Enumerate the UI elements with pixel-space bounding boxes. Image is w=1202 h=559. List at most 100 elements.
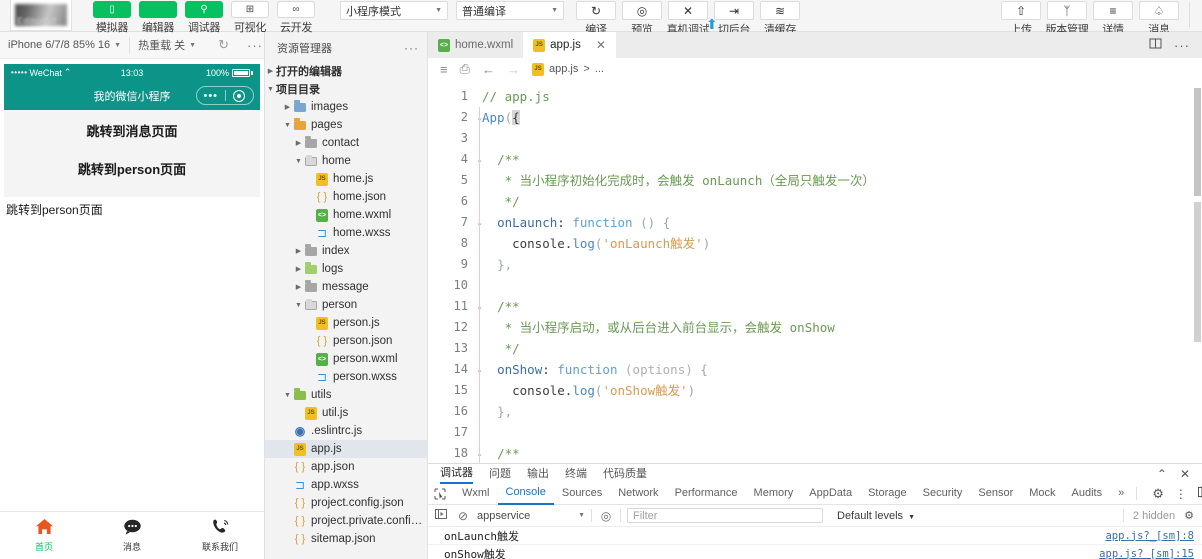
tree-file[interactable]: ·JS person.js <box>265 314 427 332</box>
tree-file[interactable]: ·{ } project.config.json <box>265 494 427 512</box>
twisty-icon[interactable]: ▶ <box>293 139 304 147</box>
twisty-icon[interactable]: ▶ <box>293 283 304 291</box>
chevron-double-right-icon[interactable]: » <box>1110 483 1132 504</box>
tree-file[interactable]: ·◉ .eslintrc.js <box>265 422 427 440</box>
devtools-tab-5[interactable]: Performance <box>667 483 746 504</box>
tree-folder[interactable]: ▶ message <box>265 278 427 296</box>
scrollbar-thumb-2[interactable] <box>1194 202 1201 342</box>
debugger-tab-1[interactable]: 调试器 <box>440 464 473 484</box>
eye-icon[interactable]: ◎ <box>598 509 614 523</box>
devtools-tab-10[interactable]: Sensor <box>970 483 1021 504</box>
gear-icon[interactable]: ⚙ <box>1184 509 1194 522</box>
more-dots-icon[interactable]: ··· <box>1174 38 1190 53</box>
devtools-tab-2[interactable]: Console <box>497 482 554 505</box>
tree-file[interactable]: ·⊐ app.wxss <box>265 476 427 494</box>
console-source-link[interactable]: app.js?_[sm]:8 <box>1105 530 1194 542</box>
tabbar-item-3[interactable]: 联系我们 <box>176 518 264 553</box>
devtools-tab-7[interactable]: AppData <box>801 483 860 504</box>
wechat-capsule[interactable]: ••• <box>196 86 254 105</box>
tree-file[interactable]: ·JS util.js <box>265 404 427 422</box>
twisty-icon[interactable]: ▼ <box>282 392 293 399</box>
code-editor[interactable]: 1 2⌄ 3 4⌄ 5 6 7⌄ 8 9 10 11⌄ 12 13 14⌄ 15 16 17 18⌄ // app… <box>428 80 1202 463</box>
mode-select[interactable]: 小程序模式 ▼ <box>340 1 448 20</box>
tree-file[interactable]: ·{ } project.private.config.js... <box>265 512 427 530</box>
explorer-section-2[interactable]: ▼ 项目目录 <box>265 80 427 98</box>
tree-folder[interactable]: ▶ index <box>265 242 427 260</box>
close-icon[interactable]: ✕ <box>1180 467 1190 481</box>
devtools-tab-1[interactable]: Wxml <box>454 483 498 504</box>
tree-file[interactable]: ·JS home.js <box>265 170 427 188</box>
tree-folder[interactable]: ▶ contact <box>265 134 427 152</box>
outline-icon[interactable]: ≡ <box>440 62 448 77</box>
bookmark-icon[interactable]: ⎙ <box>460 61 470 77</box>
toolbar-panel-1[interactable]: ▯ 模拟器 <box>90 0 134 35</box>
tree-folder[interactable]: ▼ pages <box>265 116 427 134</box>
tree-file[interactable]: ·{ } person.json <box>265 332 427 350</box>
project-logo[interactable]: EditorGif <box>10 0 72 31</box>
tabbar-item-2[interactable]: 消息 <box>88 519 176 553</box>
device-select[interactable]: iPhone 6/7/8 85% 16 ▼ <box>0 32 129 58</box>
twisty-icon[interactable]: ▼ <box>293 302 304 309</box>
back-arrow-icon[interactable]: ← <box>482 62 495 77</box>
toolbar-panel-5[interactable]: ∞ 云开发 <box>274 0 318 35</box>
tree-file[interactable]: ·{ } app.json <box>265 458 427 476</box>
inspect-cursor-icon[interactable] <box>434 488 446 500</box>
tree-folder[interactable]: ▼ home <box>265 152 427 170</box>
hot-reload-select[interactable]: 热重载 关 ▼ <box>130 32 204 58</box>
console-context-select[interactable]: appservice ▼ <box>477 510 585 522</box>
devtools-tab-6[interactable]: Memory <box>746 483 802 504</box>
breadcrumb[interactable]: JS app.js > ... <box>532 62 604 76</box>
toolbar-panel-4[interactable]: ⊞ 可视化 <box>228 0 272 35</box>
refresh-icon[interactable]: ↻ <box>218 37 229 53</box>
kebab-menu-icon[interactable]: ⋮ <box>1175 487 1187 501</box>
toolbar-panel-2[interactable]: 编辑器 <box>136 0 180 35</box>
tabbar-item-1[interactable]: 首页 <box>0 518 88 553</box>
tree-file[interactable]: ·<> home.wxml <box>265 206 427 224</box>
console-levels-select[interactable]: Default levels ▼ <box>837 510 915 522</box>
devtools-tab-11[interactable]: Mock <box>1021 483 1063 504</box>
explorer-section-1[interactable]: ▶ 打开的编辑器 <box>265 62 427 80</box>
tree-folder[interactable]: ▶ logs <box>265 260 427 278</box>
editor-scrollbar[interactable] <box>1193 80 1202 463</box>
tree-file[interactable]: ·JS app.js <box>265 440 427 458</box>
capsule-close-icon[interactable] <box>226 89 254 102</box>
debugger-tab-5[interactable]: 代码质量 <box>603 465 647 483</box>
tree-folder[interactable]: ▼ person <box>265 296 427 314</box>
devtools-tab-4[interactable]: Network <box>610 483 666 504</box>
capsule-more-icon[interactable]: ••• <box>197 90 225 101</box>
tree-file[interactable]: ·⊐ home.wxss <box>265 224 427 242</box>
twisty-icon[interactable]: ▶ <box>265 67 276 75</box>
page-button-2[interactable]: 跳转到person页面 <box>4 158 260 183</box>
close-icon[interactable]: ✕ <box>596 38 606 52</box>
scrollbar-thumb[interactable] <box>1194 88 1201 196</box>
toolbar-panel-3[interactable]: ⚲ 调试器 <box>182 0 226 35</box>
twisty-icon[interactable]: ▼ <box>265 86 276 93</box>
devtools-tab-8[interactable]: Storage <box>860 483 915 504</box>
debugger-tab-3[interactable]: 输出 <box>527 465 549 483</box>
tree-file[interactable]: ·{ } sitemap.json <box>265 530 427 548</box>
tree-file[interactable]: ·{ } home.json <box>265 188 427 206</box>
collapse-icon[interactable]: ⌃ <box>1157 467 1167 481</box>
split-editor-icon[interactable] <box>1149 37 1162 53</box>
clear-console-icon[interactable]: ⊘ <box>455 509 471 523</box>
code-content[interactable]: // app.js App({ /** * 当小程序初始化完成时，会触发 onLa… <box>472 80 1202 463</box>
tree-folder[interactable]: ▼ utils <box>265 386 427 404</box>
execute-icon[interactable] <box>433 508 449 523</box>
console-source-link[interactable]: app.js?_[sm]:15 <box>1099 548 1194 559</box>
tree-file[interactable]: ·<> person.wxml <box>265 350 427 368</box>
more-dots-icon[interactable]: ··· <box>404 41 419 55</box>
twisty-icon[interactable]: ▶ <box>282 103 293 111</box>
devtools-tab-12[interactable]: Audits <box>1064 483 1111 504</box>
twisty-icon[interactable]: ▼ <box>282 122 293 129</box>
debugger-tab-4[interactable]: 终端 <box>565 465 587 483</box>
tree-folder[interactable]: ▶ images <box>265 98 427 116</box>
twisty-icon[interactable]: ▼ <box>293 158 304 165</box>
compile-select[interactable]: 普通编译 ▼ <box>456 1 564 20</box>
console-filter-input[interactable]: Filter <box>627 508 823 523</box>
gear-icon[interactable]: ⚙ <box>1152 486 1164 502</box>
editor-tab-2[interactable]: JS app.js ✕ <box>523 32 616 58</box>
more-dots-icon[interactable]: ··· <box>247 38 263 53</box>
dock-icon[interactable] <box>1197 486 1202 501</box>
debugger-tab-2[interactable]: 问题 <box>489 465 511 483</box>
devtools-tab-9[interactable]: Security <box>915 483 971 504</box>
